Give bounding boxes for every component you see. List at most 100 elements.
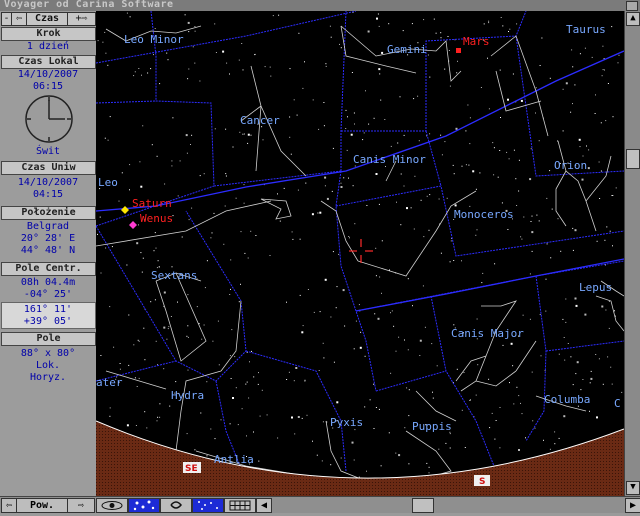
star bbox=[408, 389, 410, 391]
star bbox=[201, 338, 203, 340]
field-mode2: Horyz. bbox=[29, 372, 67, 383]
constellation-label[interactable]: Cancer bbox=[240, 114, 280, 127]
center-alt[interactable]: +39° 05' bbox=[0, 316, 96, 327]
star bbox=[272, 15, 274, 17]
star bbox=[105, 247, 107, 249]
constellation-label[interactable]: Canis Major bbox=[451, 327, 524, 340]
scroll-up-icon[interactable]: ▲ bbox=[626, 12, 640, 26]
star bbox=[390, 372, 392, 374]
vertical-scrollbar[interactable]: ▲ ▼ bbox=[624, 11, 640, 496]
horizontal-scrollbar[interactable] bbox=[272, 498, 624, 513]
star bbox=[499, 69, 501, 71]
star bbox=[428, 466, 430, 468]
ut-time[interactable]: 04:15 bbox=[0, 189, 96, 200]
star bbox=[429, 194, 431, 196]
star bbox=[307, 289, 309, 290]
star bbox=[323, 102, 325, 103]
star bbox=[605, 120, 607, 122]
star bbox=[373, 117, 375, 119]
constellation-label[interactable]: Leo Minor bbox=[124, 33, 184, 46]
hscroll-thumb[interactable] bbox=[412, 498, 434, 513]
planet-label-saturn[interactable]: Saturn bbox=[132, 197, 172, 210]
constellation-label[interactable]: Gemini bbox=[387, 43, 427, 56]
star bbox=[413, 228, 415, 230]
eye-icon[interactable] bbox=[96, 498, 128, 513]
constellation-label[interactable]: Antlia bbox=[214, 453, 254, 466]
sky-map-canvas[interactable]: Leo Minor Gemini Taurus Cancer Canis Min… bbox=[96, 11, 624, 496]
constellation-label[interactable]: Monoceros bbox=[454, 208, 514, 221]
planet-label-venus[interactable]: Wenus bbox=[140, 212, 173, 225]
star bbox=[187, 325, 189, 327]
center-ra[interactable]: 08h 04.4m bbox=[0, 277, 96, 288]
star bbox=[440, 134, 442, 136]
star bbox=[355, 320, 357, 322]
constellation-label[interactable]: ater bbox=[96, 376, 123, 389]
location-city[interactable]: Belgrad bbox=[0, 221, 96, 232]
constellation-label[interactable]: Lepus bbox=[579, 281, 612, 294]
constellation-label[interactable]: Taurus bbox=[566, 23, 606, 36]
star bbox=[450, 240, 452, 242]
constellation-label[interactable]: Leo bbox=[98, 176, 118, 189]
center-az[interactable]: 161° 11' bbox=[0, 304, 96, 315]
star bbox=[322, 342, 324, 344]
star bbox=[118, 200, 120, 202]
local-date[interactable]: 14/10/2007 bbox=[0, 69, 96, 80]
ut-date[interactable]: 14/10/2007 bbox=[0, 177, 96, 188]
star bbox=[461, 260, 462, 262]
star bbox=[488, 378, 490, 380]
mars-marker-icon[interactable] bbox=[456, 48, 461, 53]
star bbox=[438, 448, 440, 450]
star bbox=[144, 359, 146, 361]
star bbox=[244, 133, 245, 135]
star bbox=[567, 343, 569, 344]
time-prev-button[interactable]: ⇦ bbox=[11, 12, 27, 26]
zoom-next-button[interactable]: ⇨ bbox=[67, 498, 95, 513]
sky-map[interactable]: Leo Minor Gemini Taurus Cancer Canis Min… bbox=[96, 11, 624, 496]
constellation-label[interactable]: Sextans bbox=[151, 269, 197, 282]
star bbox=[238, 301, 240, 303]
constellation-label[interactable]: Orion bbox=[554, 159, 587, 172]
star bbox=[350, 133, 353, 136]
grid-icon[interactable] bbox=[224, 498, 256, 513]
window-close-box[interactable] bbox=[626, 1, 638, 11]
star bbox=[402, 30, 404, 32]
scroll-down-icon[interactable]: ▼ bbox=[626, 481, 640, 495]
star bbox=[494, 263, 496, 265]
zoom-prev-button[interactable]: ⇦ bbox=[1, 498, 17, 513]
constellation-label[interactable]: Columba bbox=[544, 393, 590, 406]
star bbox=[541, 37, 543, 39]
center-dec[interactable]: -04° 25' bbox=[0, 289, 96, 300]
scroll-thumb[interactable] bbox=[626, 149, 640, 169]
time-next-button[interactable]: +⇨ bbox=[67, 12, 96, 26]
constellation-label[interactable]: C bbox=[614, 397, 621, 410]
constellation-label[interactable]: Pyxis bbox=[330, 416, 363, 429]
star bbox=[501, 202, 503, 204]
constellation-label[interactable]: Puppis bbox=[412, 420, 452, 433]
star bbox=[340, 457, 342, 459]
star bbox=[229, 294, 231, 295]
star bbox=[538, 220, 540, 222]
star bbox=[375, 247, 377, 249]
star bbox=[508, 158, 510, 160]
star bbox=[215, 52, 217, 53]
star bbox=[377, 13, 379, 15]
planet-label-mars[interactable]: Mars bbox=[463, 35, 490, 48]
field-size[interactable]: 88° x 80° bbox=[0, 348, 96, 359]
star bbox=[589, 382, 591, 384]
star bbox=[493, 147, 495, 149]
local-time[interactable]: 06:15 bbox=[0, 81, 96, 92]
hscroll-left-icon[interactable]: ◀ bbox=[256, 498, 272, 513]
star bbox=[246, 435, 247, 437]
star bbox=[155, 340, 157, 342]
star bbox=[456, 368, 458, 370]
step-value[interactable]: 1 dzień bbox=[0, 41, 96, 52]
star bbox=[283, 187, 285, 189]
star bbox=[465, 164, 467, 166]
constellation-label[interactable]: Hydra bbox=[171, 389, 204, 402]
constellation-lines-toggle-icon[interactable] bbox=[192, 498, 224, 513]
stars-toggle-icon[interactable] bbox=[128, 498, 160, 513]
star bbox=[322, 421, 324, 423]
hscroll-right-icon[interactable]: ▶ bbox=[625, 498, 640, 513]
galaxy-icon[interactable] bbox=[160, 498, 192, 513]
constellation-label[interactable]: Canis Minor bbox=[353, 153, 426, 166]
